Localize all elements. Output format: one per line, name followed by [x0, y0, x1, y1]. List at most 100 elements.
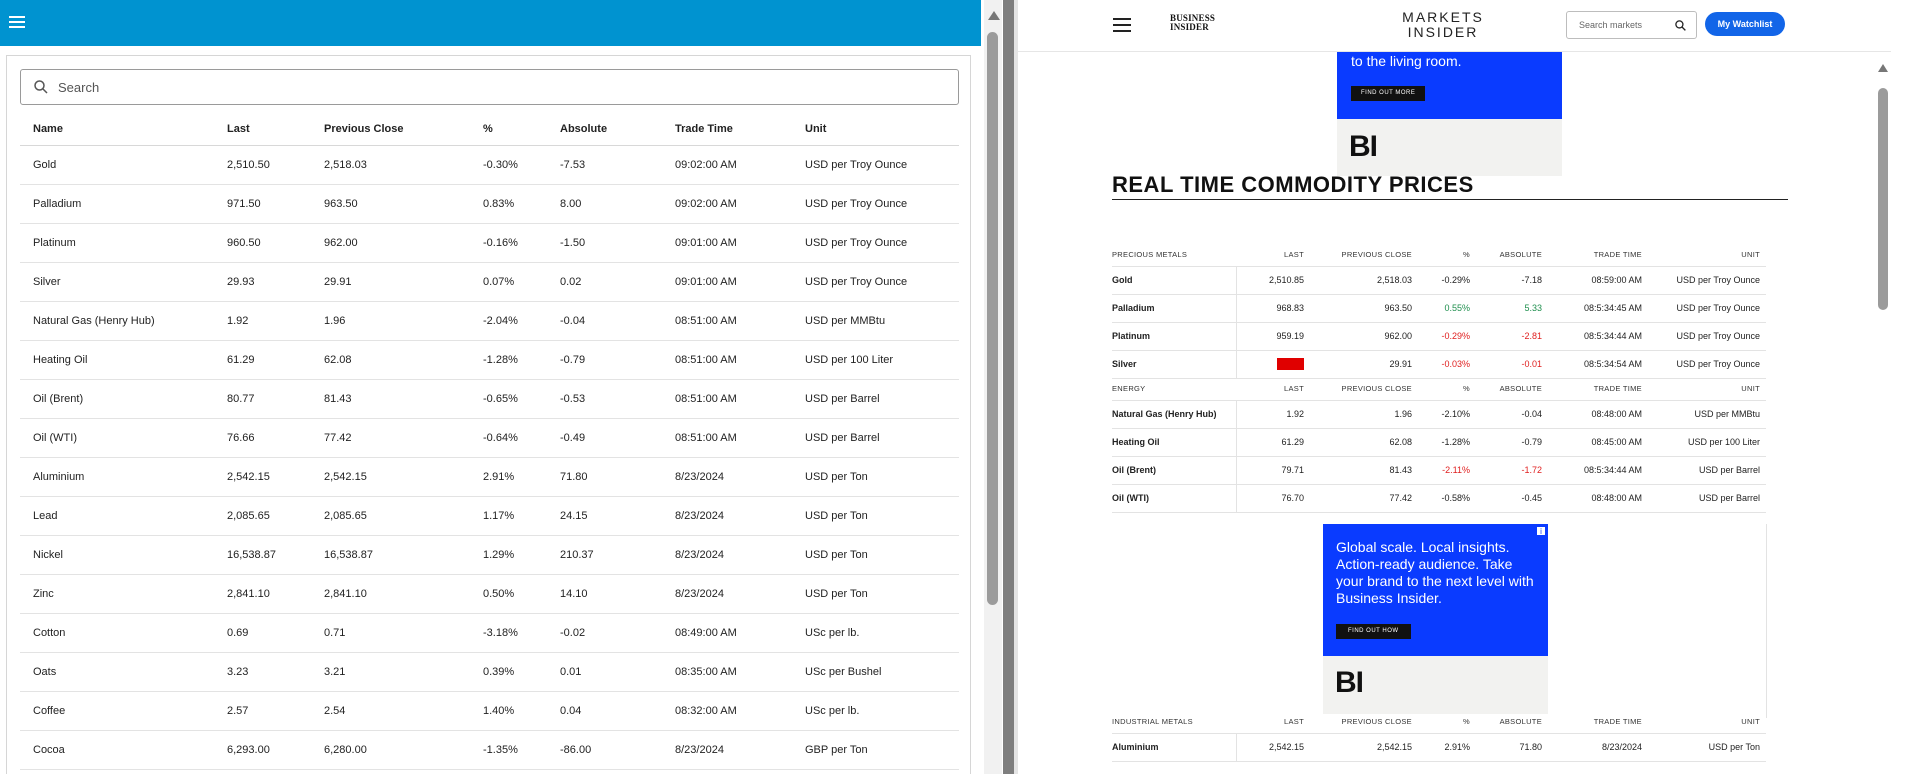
absolute-cell: -7.53: [547, 145, 662, 185]
commodity-name-link[interactable]: Heating Oil: [1112, 428, 1236, 457]
trade-time-cell: 8/23/2024: [662, 457, 792, 497]
header-absolute: ABSOLUTE: [1476, 711, 1548, 734]
table-row[interactable]: Oats 3.23 3.21 0.39% 0.01 08:35:00 AM USc per …: [20, 652, 959, 692]
table-row[interactable]: Cocoa 6,293.00 6,280.00 -1.35% -86.00 8/23/20…: [20, 730, 959, 770]
commodity-name-link[interactable]: Natural Gas (Henry Hub): [1112, 400, 1236, 429]
table-row[interactable]: Nickel 16,538.87 16,538.87 1.29% 210.37 8/23/…: [20, 535, 959, 575]
trade-time-cell: 08:51:00 AM: [662, 301, 792, 341]
table-row[interactable]: Aluminium 2,542.15 2,542.15 2.91% 71.80 8/23/…: [20, 457, 959, 497]
scroll-up-icon[interactable]: [988, 11, 1000, 20]
scroll-up-icon[interactable]: [1878, 64, 1888, 72]
commodity-name-link[interactable]: Gold: [1112, 266, 1236, 295]
table-row[interactable]: Oil (Brent) 80.77 81.43 -0.65% -0.53 08:51:00…: [20, 379, 959, 419]
last-cell: 61.29: [1235, 428, 1310, 457]
table-row[interactable]: Gold 2,510.50 2,518.03 -0.30% -7.53 09:02:00 …: [20, 145, 959, 185]
table-row[interactable]: Oil (WTI) 76.70 77.42 -0.58% -0.45 08:48:00 A…: [1112, 484, 1766, 513]
commodity-name-link[interactable]: Oil (WTI): [1112, 484, 1236, 513]
scrollbar-thumb[interactable]: [987, 32, 998, 605]
table-row[interactable]: Heating Oil 61.29 62.08 -1.28% -0.79 08:45:00…: [1112, 428, 1766, 457]
percent-cell: -2.10%: [1418, 400, 1476, 429]
table-row[interactable]: Platinum 960.50 962.00 -0.16% -1.50 09:01:00 …: [20, 223, 959, 263]
trade-time-cell: 8/23/2024: [662, 535, 792, 575]
header-unit: UNIT: [1648, 244, 1766, 267]
absolute-cell: -2.81: [1476, 322, 1548, 351]
ad-cta-button[interactable]: FIND OUT MORE: [1351, 86, 1426, 101]
table-row[interactable]: Lead 2,085.65 2,085.65 1.17% 24.15 8/23/2024 U…: [20, 496, 959, 536]
section-table: INDUSTRIAL METALS LAST PREVIOUS CLOSE% ABSO…: [1112, 711, 1766, 762]
advertisement[interactable]: to the living room. FIND OUT MORE BI: [1337, 52, 1562, 176]
last-cell: 76.66: [214, 418, 311, 458]
advertisement[interactable]: i Global scale. Local insights. Action-r…: [1323, 524, 1548, 714]
commodity-name-link[interactable]: Aluminium: [1112, 733, 1236, 762]
table-row[interactable]: Silver 29.90 29.91 -0.03% -0.01 08:5:34:54 AM…: [1112, 350, 1766, 379]
ad-info-icon[interactable]: i: [1536, 526, 1546, 536]
search-markets-input[interactable]: [1579, 20, 1674, 30]
left-scrollbar[interactable]: [984, 0, 1002, 774]
menu-icon[interactable]: [9, 13, 29, 31]
table-row[interactable]: Natural Gas (Henry Hub) 1.92 1.96 -2.10% -0.…: [1112, 400, 1766, 429]
trade-time-cell: 08:5:34:54 AM: [1548, 350, 1648, 379]
search-icon[interactable]: [1674, 19, 1687, 32]
column-header-name[interactable]: Name: [20, 114, 214, 146]
last-cell: 76.70: [1235, 484, 1310, 513]
commodity-name-link[interactable]: Silver: [1112, 350, 1236, 379]
search-input[interactable]: [58, 79, 938, 95]
table-row[interactable]: Palladium 968.83 963.50 0.55% 5.33 08:5:34:45…: [1112, 294, 1766, 323]
trade-time-cell: 09:01:00 AM: [662, 223, 792, 263]
table-row[interactable]: Cotton 0.69 0.71 -3.18% -0.02 08:49:00 AM USc …: [20, 613, 959, 653]
trade-time-cell: 09:02:00 AM: [662, 145, 792, 185]
percent-cell: -0.65%: [470, 379, 547, 419]
column-header-unit[interactable]: Unit: [792, 114, 959, 146]
column-header-absolute[interactable]: Absolute: [547, 114, 662, 146]
table-row[interactable]: Palladium 971.50 963.50 0.83% 8.00 09:02:00 A…: [20, 184, 959, 224]
previous-close-cell: 81.43: [311, 379, 470, 419]
absolute-cell: -0.79: [1476, 428, 1548, 457]
table-row[interactable]: Aluminium 2,542.15 2,542.15 2.91% 71.80 8/23/…: [1112, 733, 1766, 762]
split-divider[interactable]: [1003, 0, 1014, 774]
ad-cta-button[interactable]: FIND OUT HOW: [1336, 624, 1411, 639]
table-row[interactable]: Gold 2,510.85 2,518.03 -0.29% -7.18 08:59:00 …: [1112, 266, 1766, 295]
table-row[interactable]: Platinum 959.19 962.00 -0.29% -2.81 08:5:34:4…: [1112, 322, 1766, 351]
previous-close-cell: 62.08: [1310, 428, 1418, 457]
table-row[interactable]: Oil (Brent) 79.71 81.43 -2.11% -1.72 08:5:34:…: [1112, 456, 1766, 485]
section-header-row: INDUSTRIAL METALS LAST PREVIOUS CLOSE% ABSO…: [1112, 711, 1766, 734]
header-absolute: ABSOLUTE: [1476, 244, 1548, 267]
trade-time-cell: 08:48:00 AM: [1548, 400, 1648, 429]
right-scrollbar[interactable]: [1876, 52, 1891, 774]
table-row[interactable]: Zinc 2,841.10 2,841.10 0.50% 14.10 8/23/2024 U…: [20, 574, 959, 614]
business-insider-logo[interactable]: BUSINESS INSIDER: [1170, 14, 1215, 32]
scrollbar-thumb[interactable]: [1878, 88, 1888, 310]
table-row[interactable]: Silver 29.93 29.91 0.07% 0.02 09:01:00 AM USD …: [20, 262, 959, 302]
column-header-trade-time[interactable]: Trade Time: [662, 114, 792, 146]
name-cell: Natural Gas (Henry Hub): [20, 301, 214, 341]
menu-icon[interactable]: [1113, 18, 1131, 32]
table-row[interactable]: Coffee 2.57 2.54 1.40% 0.04 08:32:00 AM USc pe…: [20, 691, 959, 731]
table-row[interactable]: Heating Oil 61.29 62.08 -1.28% -0.79 08:51:00…: [20, 340, 959, 380]
percent-cell: -2.04%: [470, 301, 547, 341]
absolute-cell: -1.72: [1476, 456, 1548, 485]
markets-insider-logo[interactable]: MARKETS INSIDER: [1398, 10, 1488, 40]
commodity-name-link[interactable]: Platinum: [1112, 322, 1236, 351]
header-trade-time: TRADE TIME: [1548, 711, 1648, 734]
table-row[interactable]: Natural Gas (Henry Hub) 1.92 1.96 -2.04% -0.…: [20, 301, 959, 341]
trade-time-cell: 08:45:00 AM: [1548, 428, 1648, 457]
column-header-percent[interactable]: %: [470, 114, 547, 146]
commodity-name-link[interactable]: Oil (Brent): [1112, 456, 1236, 485]
name-cell: Nickel: [20, 535, 214, 575]
absolute-cell: -86.00: [547, 730, 662, 770]
trade-time-cell: 08:48:00 AM: [1548, 484, 1648, 513]
previous-close-cell: 962.00: [1310, 322, 1418, 351]
percent-cell: 2.91%: [470, 457, 547, 497]
column-header-last[interactable]: Last: [214, 114, 311, 146]
trade-time-cell: 08:51:00 AM: [662, 418, 792, 458]
price-flash-highlight: 29.90: [1277, 358, 1304, 370]
search-box[interactable]: [20, 69, 959, 105]
header-percent: %: [1418, 378, 1476, 401]
my-watchlist-button[interactable]: My Watchlist: [1705, 12, 1785, 36]
search-markets-box[interactable]: [1566, 11, 1697, 39]
percent-cell: -2.11%: [1418, 456, 1476, 485]
table-row[interactable]: Oil (WTI) 76.66 77.42 -0.64% -0.49 08:51:00 A…: [20, 418, 959, 458]
absolute-cell: 24.15: [547, 496, 662, 536]
column-header-previous-close[interactable]: Previous Close: [311, 114, 470, 146]
commodity-name-link[interactable]: Palladium: [1112, 294, 1236, 323]
